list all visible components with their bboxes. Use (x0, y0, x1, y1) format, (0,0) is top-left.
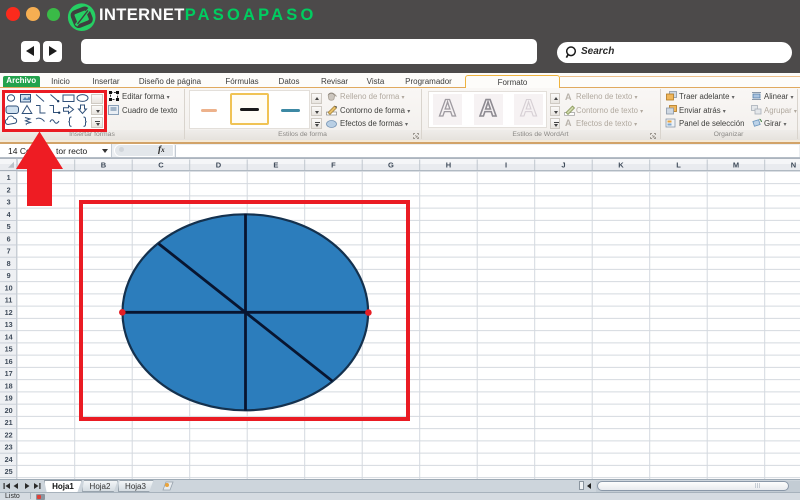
svg-text:D: D (216, 160, 222, 169)
svg-text:6: 6 (7, 235, 11, 244)
svg-text:23: 23 (5, 443, 13, 452)
svg-text:15: 15 (5, 345, 13, 354)
svg-text:9: 9 (7, 271, 11, 280)
svg-text:K: K (618, 160, 624, 169)
svg-text:10: 10 (5, 284, 13, 293)
svg-text:J: J (561, 160, 565, 169)
svg-text:7: 7 (7, 247, 11, 256)
svg-text:13: 13 (5, 320, 13, 329)
svg-text:M: M (733, 160, 739, 169)
svg-text:2: 2 (7, 186, 11, 195)
svg-text:8: 8 (7, 259, 11, 268)
svg-text:22: 22 (5, 431, 13, 440)
svg-text:L: L (676, 160, 681, 169)
svg-text:25: 25 (5, 467, 13, 476)
svg-text:G: G (388, 160, 394, 169)
svg-text:19: 19 (5, 394, 13, 403)
svg-text:5: 5 (7, 222, 11, 231)
svg-text:3: 3 (7, 198, 11, 207)
svg-text:14: 14 (5, 333, 13, 342)
svg-text:18: 18 (5, 382, 13, 391)
svg-text:11: 11 (5, 296, 13, 305)
svg-text:I: I (505, 160, 507, 169)
svg-text:21: 21 (5, 418, 13, 427)
svg-text:C: C (158, 160, 164, 169)
svg-text:12: 12 (5, 308, 13, 317)
svg-text:4: 4 (7, 210, 11, 219)
svg-text:24: 24 (5, 455, 13, 464)
svg-text:F: F (331, 160, 336, 169)
svg-text:N: N (791, 160, 796, 169)
svg-text:E: E (273, 160, 278, 169)
svg-text:17: 17 (5, 369, 13, 378)
svg-text:B: B (101, 160, 107, 169)
svg-text:H: H (446, 160, 451, 169)
svg-text:1: 1 (7, 173, 11, 182)
svg-text:20: 20 (5, 406, 13, 415)
svg-text:16: 16 (5, 357, 13, 366)
